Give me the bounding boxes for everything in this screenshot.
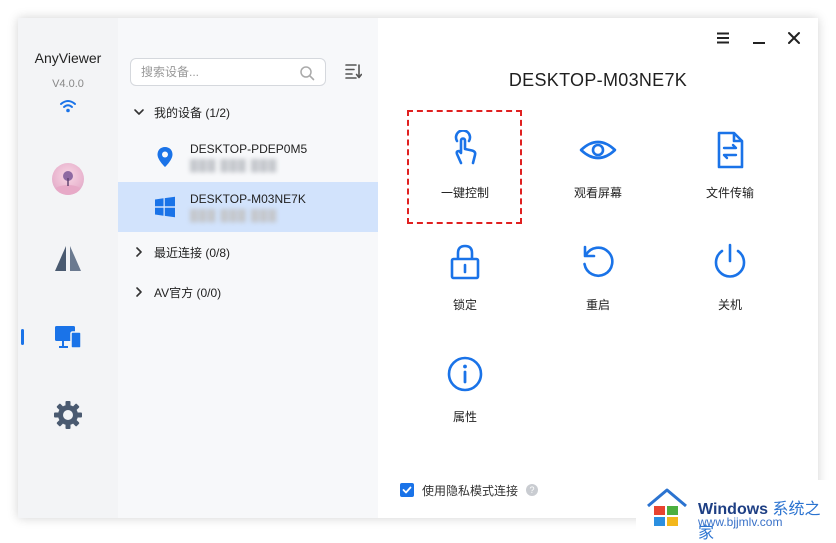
chevron-down-icon — [134, 109, 144, 115]
action-file-transfer[interactable]: 文件传输 — [675, 118, 785, 218]
lock-icon — [450, 244, 480, 280]
info-icon — [447, 356, 483, 392]
action-one-click-control[interactable]: 一键控制 — [410, 118, 520, 218]
action-label: 关机 — [717, 298, 742, 312]
search-box[interactable] — [130, 58, 326, 86]
group-label: 最近连接 (0/8) — [154, 245, 231, 260]
nav-rail: AnyViewer V4.0.0 — [18, 18, 118, 518]
app-version: V4.0.0 — [52, 78, 84, 90]
active-indicator — [21, 329, 24, 345]
app-name: AnyViewer — [34, 50, 102, 66]
privacy-label: 使用隐私模式连接 — [422, 483, 519, 498]
close-button[interactable] — [784, 28, 804, 48]
sort-list-icon[interactable] — [344, 62, 362, 80]
watermark-url: www.bjjmlv.com — [698, 515, 783, 529]
windows-icon — [155, 196, 175, 218]
group-recent[interactable]: 最近连接 (0/8) — [132, 242, 230, 262]
device-title: DESKTOP-M03NE7K — [508, 70, 688, 90]
touch-hand-icon — [454, 130, 477, 165]
power-icon — [714, 243, 746, 278]
minimize-icon — [753, 42, 765, 44]
devices-nav-button[interactable] — [50, 319, 86, 355]
devices-icon — [55, 326, 82, 349]
privacy-checkbox[interactable] — [400, 483, 414, 497]
minimize-button[interactable] — [749, 28, 769, 48]
action-label: 观看屏幕 — [573, 186, 622, 200]
device-list-panel: 我的设备 (1/2) DESKTOP-PDEP0M5 ███ ███ ███ D… — [118, 18, 378, 518]
action-label: 文件传输 — [705, 186, 754, 200]
action-properties[interactable]: 属性 — [410, 342, 520, 442]
action-view-screen[interactable]: 观看屏幕 — [543, 118, 653, 218]
avatar-image — [54, 171, 82, 195]
settings-nav-button[interactable] — [50, 397, 86, 433]
group-label: 我的设备 (1/2) — [154, 105, 231, 120]
file-transfer-icon — [717, 131, 744, 169]
help-icon[interactable]: ? — [526, 484, 539, 496]
restart-icon — [583, 245, 614, 277]
wifi-icon — [60, 100, 76, 113]
action-lock[interactable]: 锁定 — [410, 230, 520, 330]
device-row-selected[interactable]: DESKTOP-M03NE7K ███ ███ ███ — [118, 182, 378, 232]
action-shutdown[interactable]: 关机 — [675, 230, 785, 330]
privacy-mode-option[interactable]: 使用隐私模式连接 ? — [400, 481, 539, 499]
device-row[interactable]: DESKTOP-PDEP0M5 ███ ███ ███ — [118, 132, 378, 182]
app-window: AnyViewer V4.0.0 搜索设备... 我的设备 (1/2) DESK… — [18, 18, 818, 518]
watermark: Windows 系统之家 www.bjjmlv.com — [636, 480, 836, 542]
search-icon[interactable] — [299, 65, 315, 81]
device-name: DESKTOP-M03NE7K — [190, 192, 306, 206]
device-name: DESKTOP-PDEP0M5 — [190, 142, 308, 156]
action-label: 属性 — [452, 410, 477, 424]
menu-button[interactable] — [713, 28, 733, 48]
device-detail-panel: DESKTOP-M03NE7K 一键控制 观看屏幕 文件传输 锁定 重启 关机 … — [378, 18, 818, 518]
action-label: 一键控制 — [440, 186, 489, 200]
gear-icon — [54, 401, 82, 429]
action-label: 锁定 — [452, 298, 477, 312]
chevron-right-icon — [136, 247, 142, 257]
checkmark-icon — [402, 486, 412, 494]
anyviewer-logo-icon — [55, 246, 81, 271]
device-id: ███ ███ ███ — [190, 210, 278, 222]
action-restart[interactable]: 重启 — [543, 230, 653, 330]
action-label: 重启 — [585, 298, 610, 312]
location-pin-icon — [157, 147, 173, 167]
chevron-right-icon — [136, 287, 142, 297]
group-my-devices[interactable]: 我的设备 (1/2) — [132, 102, 230, 122]
close-icon — [788, 32, 800, 44]
avatar[interactable] — [52, 163, 84, 195]
remote-nav-button[interactable] — [50, 240, 86, 276]
hamburger-menu-icon — [717, 32, 729, 44]
search-input[interactable] — [131, 59, 291, 85]
device-id: ███ ███ ███ — [190, 160, 278, 172]
group-label: AV官方 (0/0) — [154, 285, 222, 300]
eye-icon — [579, 140, 617, 160]
watermark-logo-icon — [647, 488, 687, 526]
group-av-official[interactable]: AV官方 (0/0) — [132, 282, 221, 302]
